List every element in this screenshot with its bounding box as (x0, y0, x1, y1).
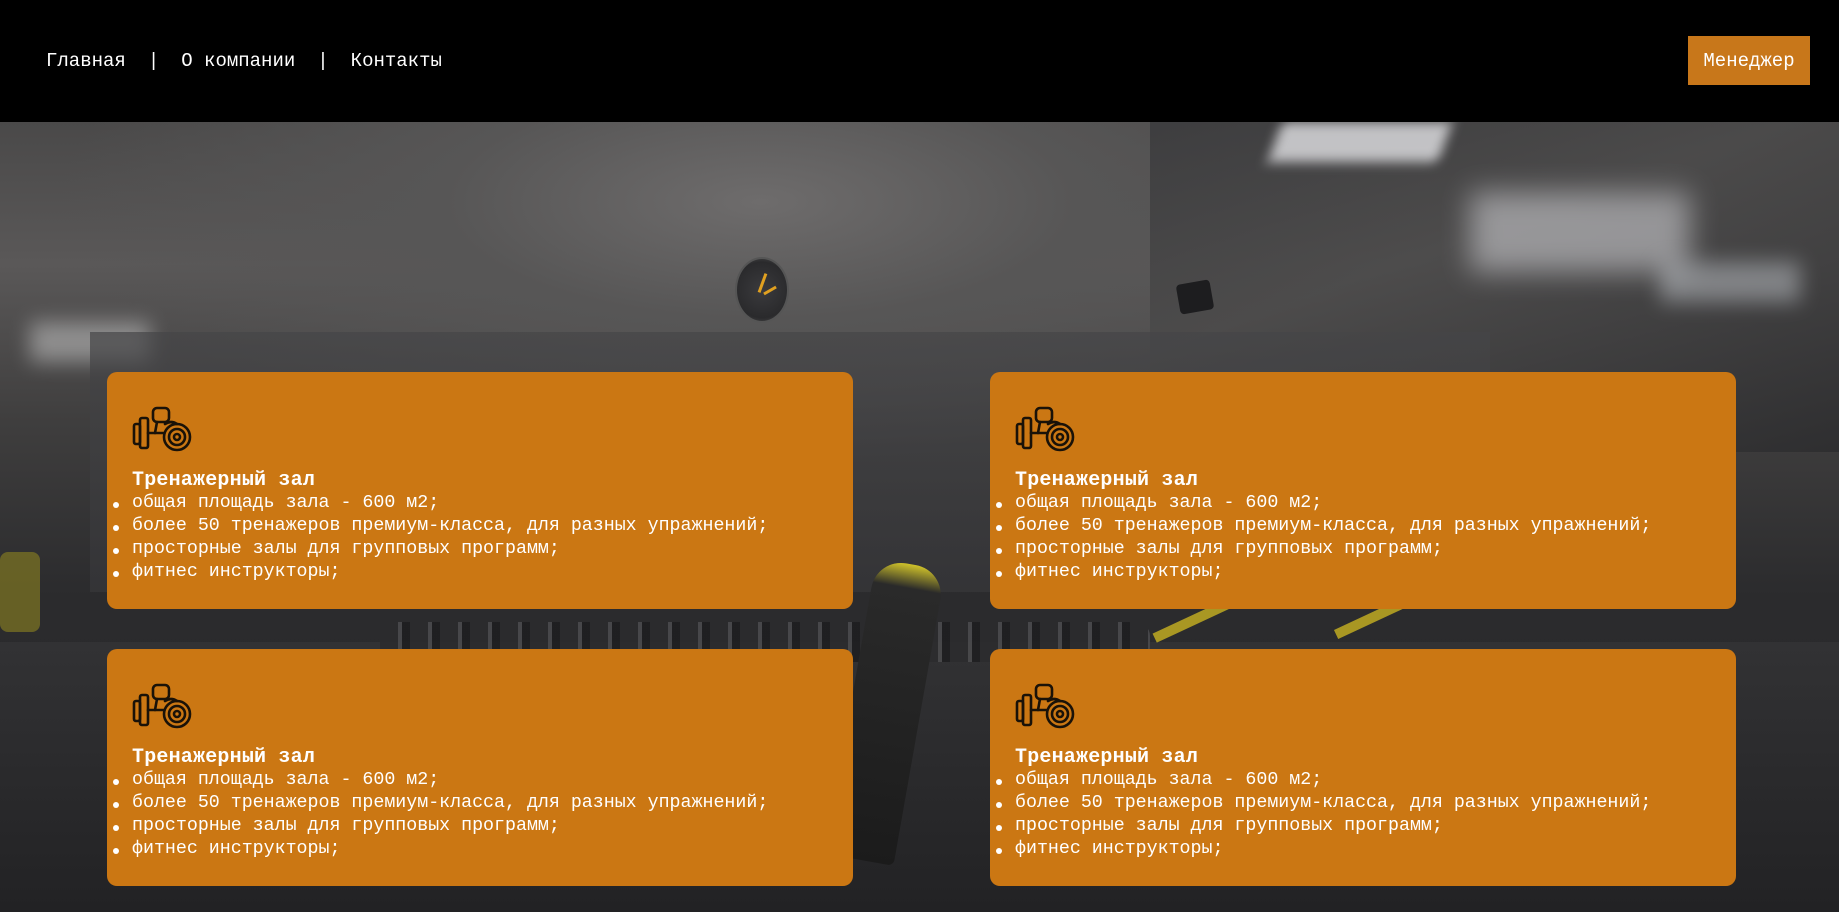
list-item: более 50 тренажеров премиум-класса, для … (990, 515, 1651, 538)
dumbbell-icon (1014, 402, 1078, 456)
nav-link-about[interactable]: О компании (181, 50, 295, 72)
card-title: Тренажерный зал (132, 469, 316, 492)
ceiling-light (1660, 262, 1800, 302)
card-feature-list: общая площадь зала - 600 м2; более 50 тр… (107, 769, 768, 861)
nav-link-home[interactable]: Главная (46, 50, 126, 72)
list-item: общая площадь зала - 600 м2; (990, 769, 1651, 792)
card-title: Тренажерный зал (132, 746, 316, 769)
list-item: просторные залы для групповых программ; (990, 538, 1651, 561)
list-item: просторные залы для групповых программ; (107, 538, 768, 561)
equipment-frame (0, 552, 40, 632)
nav-separator: | (317, 50, 329, 72)
list-item: просторные залы для групповых программ; (990, 815, 1651, 838)
card-feature-list: общая площадь зала - 600 м2; более 50 тр… (990, 492, 1651, 584)
card-title: Тренажерный зал (1015, 469, 1199, 492)
card-feature-list: общая площадь зала - 600 м2; более 50 тр… (990, 769, 1651, 861)
feature-card: Тренажерный зал общая площадь зала - 600… (990, 649, 1736, 886)
top-navigation-bar: Главная | О компании | Контакты Менеджер (0, 0, 1839, 122)
manager-button[interactable]: Менеджер (1688, 36, 1810, 85)
ceiling-light (1470, 192, 1690, 272)
feature-card: Тренажерный зал общая площадь зала - 600… (990, 372, 1736, 609)
wall-clock (735, 257, 789, 323)
list-item: общая площадь зала - 600 м2; (107, 492, 768, 515)
list-item: фитнес инструкторы; (990, 561, 1651, 584)
dumbbell-icon (1014, 679, 1078, 733)
list-item: просторные залы для групповых программ; (107, 815, 768, 838)
card-title: Тренажерный зал (1015, 746, 1199, 769)
nav-link-contacts[interactable]: Контакты (351, 50, 442, 72)
list-item: фитнес инструкторы; (990, 838, 1651, 861)
ceiling-light (1267, 122, 1453, 162)
list-item: более 50 тренажеров премиум-класса, для … (107, 792, 768, 815)
dumbbell-icon (131, 402, 195, 456)
main-nav: Главная | О компании | Контакты (46, 50, 442, 72)
list-item: фитнес инструкторы; (107, 561, 768, 584)
dumbbell-icon (131, 679, 195, 733)
feature-card: Тренажерный зал общая площадь зала - 600… (107, 649, 853, 886)
card-feature-list: общая площадь зала - 600 м2; более 50 тр… (107, 492, 768, 584)
nav-separator: | (147, 50, 160, 72)
list-item: более 50 тренажеров премиум-класса, для … (107, 515, 768, 538)
wall-speaker (1175, 279, 1215, 315)
list-item: общая площадь зала - 600 м2; (990, 492, 1651, 515)
list-item: общая площадь зала - 600 м2; (107, 769, 768, 792)
list-item: более 50 тренажеров премиум-класса, для … (990, 792, 1651, 815)
list-item: фитнес инструкторы; (107, 838, 768, 861)
feature-card: Тренажерный зал общая площадь зала - 600… (107, 372, 853, 609)
